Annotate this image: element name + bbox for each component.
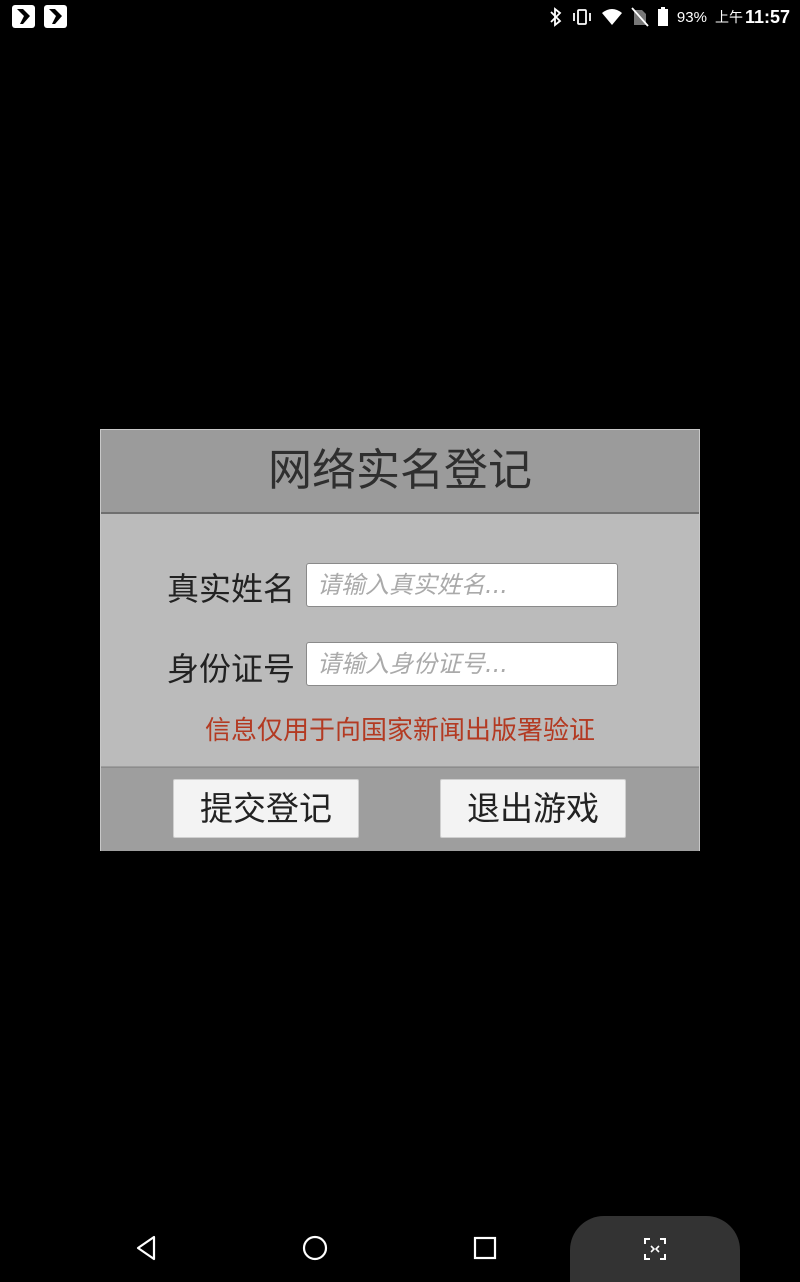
vibrate-icon <box>573 9 591 25</box>
back-icon[interactable] <box>130 1232 162 1264</box>
bluetooth-icon <box>550 7 562 27</box>
submit-registration-button[interactable]: 提交登记 <box>173 779 359 838</box>
clock: 11:57 <box>744 6 790 27</box>
app-notification-icon <box>12 5 35 28</box>
no-sim-icon <box>631 7 649 27</box>
app-notification-icon <box>44 5 67 28</box>
dialog-title: 网络实名登记 <box>268 445 532 496</box>
battery-icon <box>657 7 668 26</box>
status-bar: 93% 上午 11:57 <box>0 0 800 34</box>
verification-notice: 信息仅用于向国家新闻出版署验证 <box>204 716 595 746</box>
dialog-header: 网络实名登记 <box>101 430 699 514</box>
real-name-input[interactable] <box>306 563 618 607</box>
home-icon[interactable] <box>299 1232 331 1264</box>
real-name-label: 真实姓名 <box>166 570 295 608</box>
real-name-registration-dialog: 网络实名登记 真实姓名 身份证号 信息仅用于向国家新闻出版署验证 提交登记 退出… <box>100 429 700 851</box>
wifi-icon <box>601 9 622 25</box>
screenshot-button[interactable] <box>570 1216 740 1282</box>
recent-apps-icon[interactable] <box>469 1232 501 1264</box>
dialog-body: 真实姓名 身份证号 信息仅用于向国家新闻出版署验证 <box>101 514 699 766</box>
battery-percentage: 93% <box>676 8 707 26</box>
exit-game-button[interactable]: 退出游戏 <box>440 779 626 838</box>
id-number-label: 身份证号 <box>166 650 295 688</box>
screenshot-icon <box>644 1238 666 1260</box>
navigation-bar <box>0 1214 800 1282</box>
id-number-input[interactable] <box>306 642 618 686</box>
dialog-footer: 提交登记 退出游戏 <box>101 767 699 851</box>
time-period: 上午 <box>714 9 743 25</box>
